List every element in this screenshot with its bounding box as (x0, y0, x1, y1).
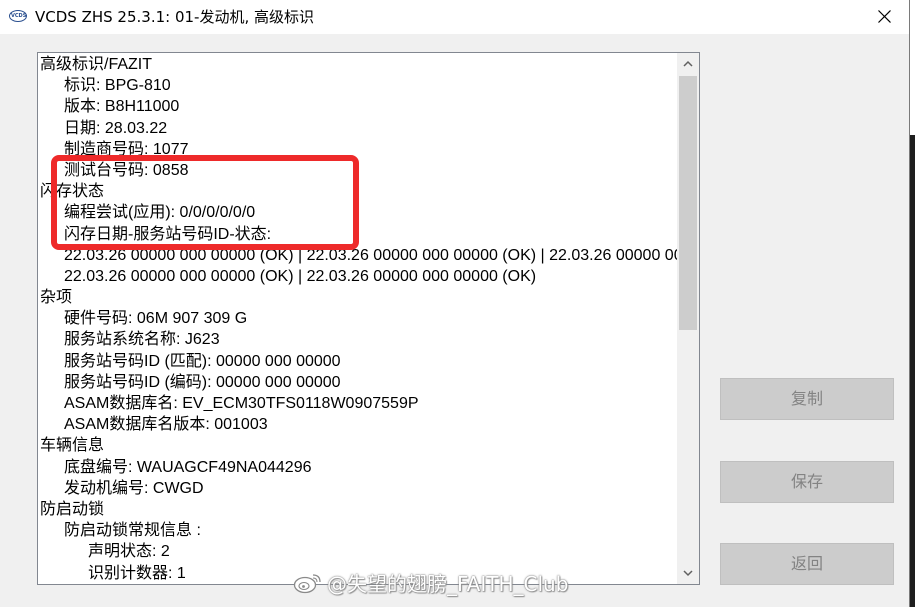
info-text-panel[interactable]: 高级标识/FAZIT 标识: BPG-810 版本: B8H11000 日期: 28.… (37, 52, 700, 585)
info-line: 服务站系统名称: J623 (64, 331, 220, 349)
section-heading: 防启动锁 (40, 500, 105, 518)
scroll-up-button[interactable] (677, 53, 699, 74)
info-line: 22.03.26 00000 000 00000 (OK) | 22.03.26… (64, 267, 537, 285)
info-line: 测试台号码: 0858 (64, 161, 189, 179)
info-line: 日期: 28.03.22 (64, 119, 168, 137)
info-line: 编程尝试(应用): 0/0/0/0/0/0 (64, 204, 256, 222)
info-line: 硬件号码: 06M 907 309 G (64, 310, 248, 328)
scroll-thumb[interactable] (679, 76, 697, 330)
info-text-content: 高级标识/FAZIT 标识: BPG-810 版本: B8H11000 日期: 28.… (40, 54, 677, 584)
info-line: 闪存日期-服务站号码ID-状态: (64, 225, 272, 243)
chevron-up-icon (683, 60, 693, 67)
vcds-window: VCDS VCDS ZHS 25.3.1: 01-发动机, 高级标识 高级标识/… (0, 0, 910, 607)
info-line: 服务站号码ID (匹配): 00000 000 00000 (64, 352, 341, 370)
chevron-down-icon (683, 570, 693, 577)
close-icon (878, 10, 891, 23)
section-heading: 闪存状态 (40, 183, 105, 201)
background-edge-light (910, 0, 915, 135)
vcds-app-icon: VCDS (9, 10, 27, 22)
info-line: 制造商号码: 1077 (64, 140, 189, 158)
section-heading: 杂项 (40, 289, 73, 307)
vertical-scrollbar[interactable] (677, 53, 699, 584)
section-heading: 车辆信息 (40, 437, 105, 455)
window-title: VCDS ZHS 25.3.1: 01-发动机, 高级标识 (35, 8, 314, 26)
scroll-down-button[interactable] (677, 563, 699, 584)
info-line: 版本: B8H11000 (64, 98, 180, 116)
close-button[interactable] (862, 0, 908, 34)
title-bar[interactable]: VCDS VCDS ZHS 25.3.1: 01-发动机, 高级标识 (0, 0, 909, 34)
info-line: 服务站号码ID (编码): 00000 000 00000 (64, 373, 341, 391)
back-button[interactable]: 返回 (720, 543, 894, 585)
info-line: 防启动锁常规信息 : (64, 522, 201, 540)
save-button[interactable]: 保存 (720, 461, 894, 503)
info-line: 声明状态: 2 (88, 543, 170, 561)
info-line: 标识: BPG-810 (64, 77, 171, 95)
background-edge-dark (910, 135, 915, 607)
info-line: 发动机编号: CWGD (64, 479, 204, 497)
app-icon-label: VCDS (11, 13, 27, 19)
copy-button[interactable]: 复制 (720, 378, 894, 420)
info-line: 底盘编号: WAUAGCF49NA044296 (64, 458, 312, 476)
info-line: 22.03.26 00000 000 00000 (OK) | 22.03.26… (64, 246, 677, 264)
weibo-logo-icon (293, 574, 321, 594)
watermark-text: @失望的翅膀_FAITH_Club (327, 572, 569, 596)
info-line: ASAM数据库名: EV_ECM30TFS0118W0907559P (64, 395, 419, 412)
section-heading: 高级标识/FAZIT (40, 56, 153, 73)
info-line: ASAM数据库名版本: 001003 (64, 416, 268, 434)
